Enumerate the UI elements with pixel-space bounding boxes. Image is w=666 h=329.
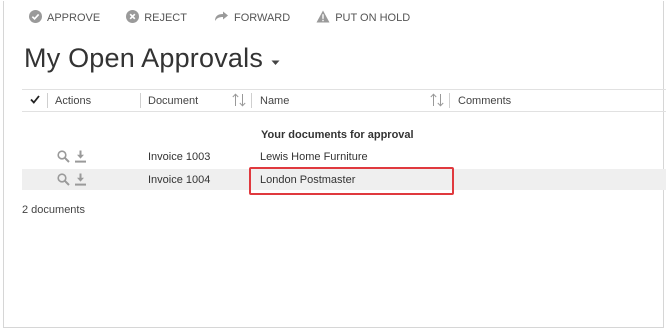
row-actions [57,169,87,190]
download-icon[interactable] [74,150,87,163]
row-name: Lewis Home Furniture [260,150,368,163]
column-separator [140,93,141,108]
put-on-hold-button[interactable]: PUT ON HOLD [316,10,410,26]
x-circle-icon [126,10,144,26]
download-icon[interactable] [74,173,87,186]
select-all-checkbox[interactable] [30,90,40,111]
row-actions [57,146,87,167]
sort-icon[interactable] [232,93,246,110]
page-title: My Open Approvals [24,43,264,73]
grid-header: Actions Document Name Comments [22,89,666,112]
column-separator [251,93,252,108]
forward-button[interactable]: FORWARD [213,11,290,26]
view-selector[interactable]: My Open Approvals [24,43,280,74]
action-toolbar: APPROVE REJECT FORWARD PUT ON HOLD [4,7,410,29]
chevron-down-icon [271,53,280,71]
sort-icon[interactable] [430,93,444,110]
row-document[interactable]: Invoice 1004 [148,169,210,190]
put-on-hold-label: PUT ON HOLD [335,12,411,24]
column-header-document[interactable]: Document [148,90,198,111]
approve-button[interactable]: APPROVE [29,10,100,26]
reject-button[interactable]: REJECT [126,10,187,26]
table-row[interactable]: Invoice 1004 London Postmaster [22,169,666,190]
forward-label: FORWARD [233,12,291,24]
approvals-panel: APPROVE REJECT FORWARD PUT ON HOLD My Op… [3,1,666,328]
magnifier-icon[interactable] [57,173,70,186]
column-separator [47,93,48,108]
document-count: 2 documents [22,204,85,216]
warning-triangle-icon [316,10,335,26]
table-row[interactable]: Invoice 1003 Lewis Home Furniture [22,146,666,167]
forward-arrow-icon [213,11,234,26]
row-document[interactable]: Invoice 1003 [148,146,210,167]
column-separator [449,93,450,108]
approve-label: APPROVE [47,12,101,24]
reject-label: REJECT [144,12,187,24]
column-header-name[interactable]: Name [260,90,289,111]
row-name: London Postmaster [260,173,356,186]
check-circle-icon [29,10,47,26]
column-header-comments: Comments [458,94,512,107]
group-label: Your documents for approval [261,129,414,141]
magnifier-icon[interactable] [57,150,70,163]
column-header-actions: Actions [55,94,92,107]
checkmark-icon [30,94,40,107]
